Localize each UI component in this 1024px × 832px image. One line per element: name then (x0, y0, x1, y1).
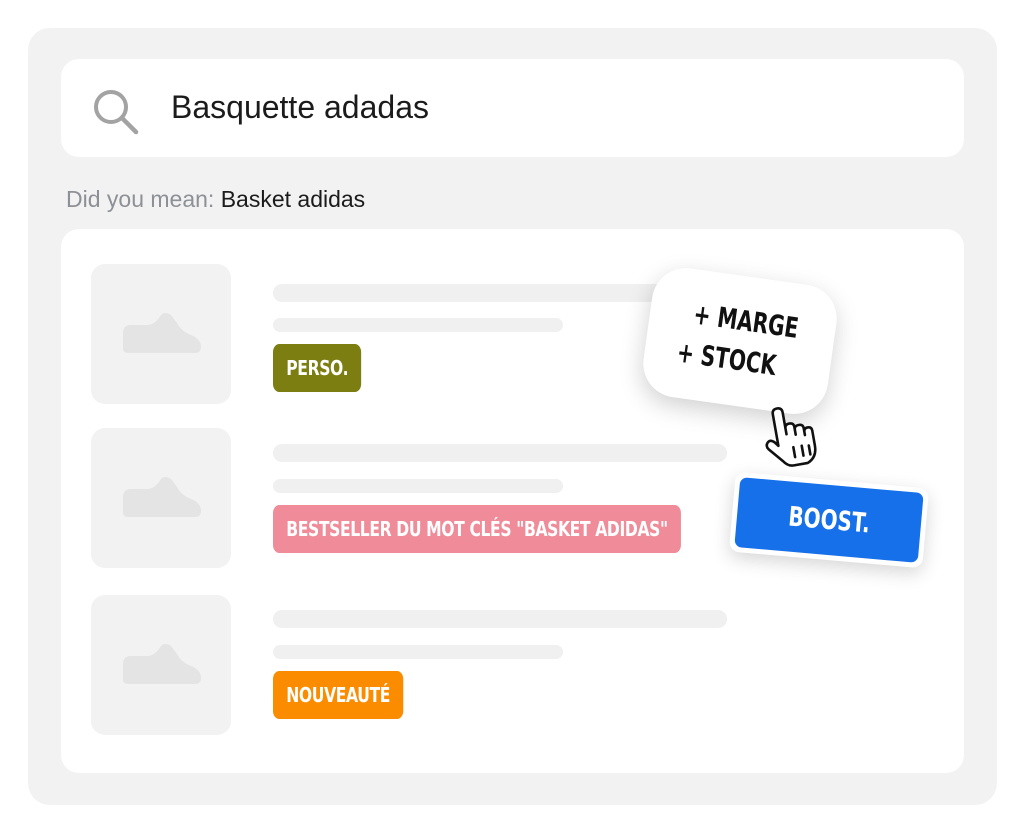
boost-callout: + MARGE + STOCK (638, 263, 842, 419)
product-subtitle-placeholder (273, 318, 563, 332)
product-thumbnail[interactable] (91, 428, 231, 568)
tag-bestseller: BESTSELLER DU MOT CLÉS "BASKET ADIDAS" (273, 505, 681, 553)
did-you-mean-label: Did you mean: (66, 186, 215, 212)
did-you-mean: Did you mean: Basket adidas (66, 186, 365, 213)
search-bar[interactable] (61, 59, 964, 157)
product-title-placeholder (273, 610, 727, 628)
sneaker-icon (123, 477, 201, 517)
product-thumbnail[interactable] (91, 595, 231, 735)
product-subtitle-placeholder (273, 645, 563, 659)
tag-perso: PERSO. (273, 344, 362, 392)
hand-pointer-icon (765, 407, 817, 467)
product-thumbnail[interactable] (91, 264, 231, 404)
sneaker-icon (123, 313, 201, 353)
product-title-placeholder (273, 444, 727, 462)
search-icon (94, 90, 139, 135)
boost-button-label: BOOST. (786, 500, 872, 540)
product-subtitle-placeholder (273, 479, 563, 493)
did-you-mean-link[interactable]: Basket adidas (221, 186, 365, 212)
boost-button-inner[interactable]: BOOST. (734, 477, 924, 563)
search-input[interactable] (171, 77, 931, 137)
sneaker-icon (123, 644, 201, 684)
boost-button[interactable]: BOOST. (728, 471, 930, 569)
tag-nouveaute: NOUVEAUTÉ (273, 671, 404, 719)
